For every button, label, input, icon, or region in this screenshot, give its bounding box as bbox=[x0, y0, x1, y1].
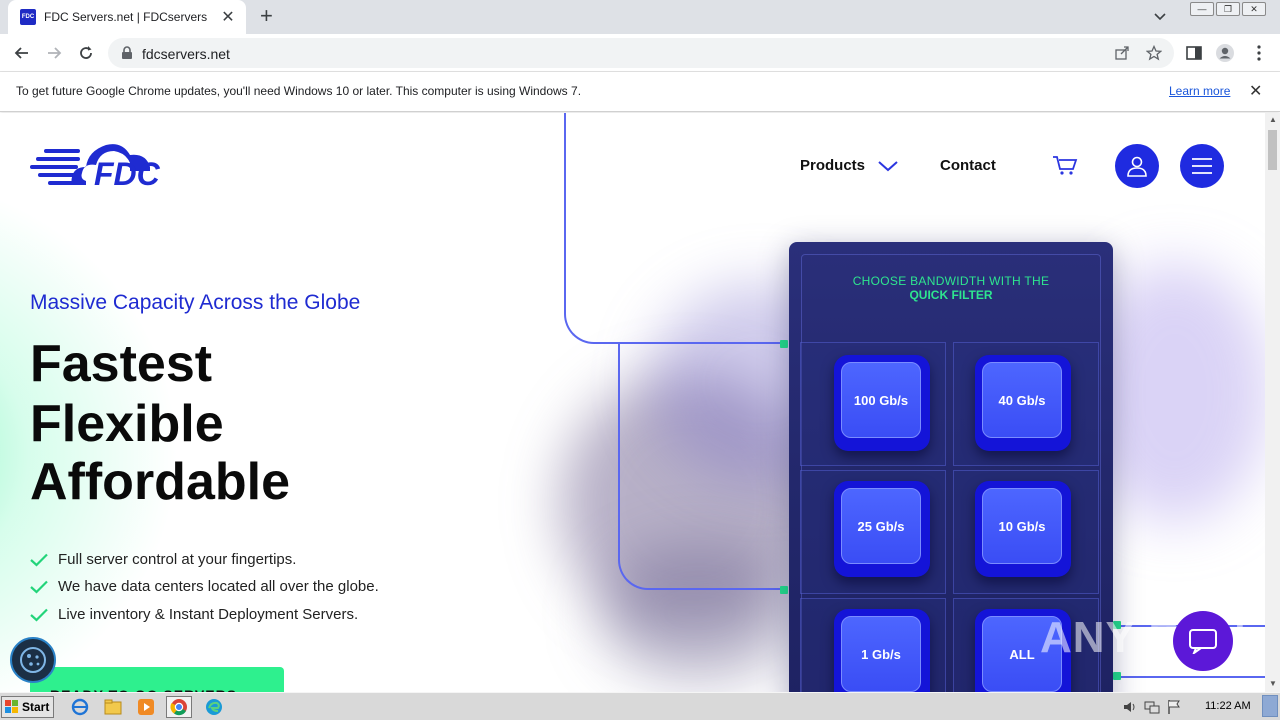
scrollbar-thumb[interactable] bbox=[1268, 130, 1277, 170]
checkmark-icon bbox=[30, 553, 48, 567]
close-tab-icon[interactable]: ✕ bbox=[220, 7, 236, 27]
filter-label: 40 Gb/s bbox=[982, 362, 1062, 438]
account-button[interactable] bbox=[1115, 144, 1159, 188]
circuit-line bbox=[618, 343, 784, 590]
chrome-taskbar-icon[interactable] bbox=[166, 696, 192, 718]
back-arrow-icon[interactable] bbox=[12, 43, 32, 63]
circuit-node bbox=[1113, 672, 1121, 680]
restore-window-button[interactable]: ❐ bbox=[1216, 2, 1240, 16]
kebab-menu-icon[interactable] bbox=[1249, 43, 1269, 63]
lock-icon[interactable] bbox=[121, 46, 133, 60]
show-desktop-button[interactable] bbox=[1262, 695, 1278, 717]
forward-arrow-icon[interactable] bbox=[44, 43, 64, 63]
headline-fastest: Fastest bbox=[30, 335, 213, 393]
windows-logo-icon bbox=[5, 700, 18, 713]
start-button[interactable]: Start bbox=[1, 696, 54, 718]
tab-strip: FDC FDC Servers.net | FDCservers ✕ + — ❐… bbox=[0, 0, 1280, 34]
new-tab-icon[interactable]: + bbox=[260, 5, 273, 27]
close-icon[interactable]: ✕ bbox=[1249, 81, 1262, 101]
filter-cell: 100 Gb/s bbox=[800, 342, 946, 466]
headline-flexible: Flexible bbox=[30, 395, 224, 453]
filter-cell: 25 Gb/s bbox=[800, 470, 946, 594]
system-tray bbox=[1122, 695, 1182, 719]
products-label: Products bbox=[800, 157, 866, 174]
feature-item: Full server control at your fingertips. bbox=[30, 551, 296, 568]
filter-label: 100 Gb/s bbox=[841, 362, 921, 438]
filter-1gbps-button[interactable]: 1 Gb/s bbox=[834, 609, 930, 692]
url-text: fdcservers.net bbox=[142, 46, 230, 62]
web-page: FDC Products Contact Massive Capacity Ac… bbox=[0, 113, 1265, 692]
internet-explorer-icon[interactable] bbox=[67, 696, 93, 718]
hero-subheading: Massive Capacity Across the Globe bbox=[30, 291, 361, 314]
file-explorer-icon[interactable] bbox=[100, 696, 126, 718]
filter-subtitle: QUICK FILTER bbox=[909, 288, 993, 302]
windows-taskbar: Start 11:22 AM bbox=[0, 692, 1280, 720]
action-center-flag-icon[interactable] bbox=[1166, 699, 1182, 715]
filter-40gbps-button[interactable]: 40 Gb/s bbox=[975, 355, 1071, 451]
side-panel-icon[interactable] bbox=[1184, 43, 1204, 63]
media-player-icon[interactable] bbox=[133, 696, 159, 718]
minimize-window-button[interactable]: — bbox=[1190, 2, 1214, 16]
profile-avatar-icon[interactable] bbox=[1215, 43, 1235, 63]
cookie-settings-button[interactable] bbox=[10, 637, 56, 683]
address-bar[interactable]: fdcservers.net bbox=[108, 38, 1174, 68]
ready-servers-button[interactable]: READY TO GO SERVERS → bbox=[30, 667, 284, 692]
filter-cell: 10 Gb/s bbox=[953, 470, 1099, 594]
filter-label: 1 Gb/s bbox=[841, 616, 921, 692]
checkmark-icon bbox=[30, 608, 48, 622]
browser-toolbar: fdcservers.net bbox=[0, 34, 1280, 72]
volume-icon[interactable] bbox=[1122, 699, 1138, 715]
filter-10gbps-button[interactable]: 10 Gb/s bbox=[975, 481, 1071, 577]
filter-cell: 1 Gb/s bbox=[800, 598, 946, 692]
user-icon bbox=[1127, 156, 1147, 177]
update-infobar: To get future Google Chrome updates, you… bbox=[0, 72, 1280, 112]
start-label: Start bbox=[22, 700, 50, 714]
products-menu[interactable]: Products bbox=[800, 157, 899, 174]
filter-25gbps-button[interactable]: 25 Gb/s bbox=[834, 481, 930, 577]
fdc-favicon-icon: FDC bbox=[20, 9, 36, 25]
learn-more-link[interactable]: Learn more bbox=[1169, 84, 1230, 98]
filter-cell: 40 Gb/s bbox=[953, 342, 1099, 466]
scroll-down-arrow-icon[interactable]: ▼ bbox=[1269, 679, 1277, 688]
filter-label: 25 Gb/s bbox=[841, 488, 921, 564]
reload-icon[interactable] bbox=[76, 43, 96, 63]
hamburger-menu-button[interactable] bbox=[1180, 144, 1224, 188]
infobar-message: To get future Google Chrome updates, you… bbox=[16, 84, 582, 98]
network-icon[interactable] bbox=[1144, 699, 1160, 715]
filter-100gbps-button[interactable]: 100 Gb/s bbox=[834, 355, 930, 451]
chat-button[interactable] bbox=[1173, 611, 1233, 671]
feature-item: We have data centers located all over th… bbox=[30, 578, 379, 595]
chat-bubble-icon bbox=[1189, 629, 1217, 654]
scroll-up-arrow-icon[interactable]: ▲ bbox=[1269, 115, 1277, 124]
fdc-cloud-logo-icon: FDC bbox=[30, 144, 161, 192]
browser-tab[interactable]: FDC FDC Servers.net | FDCservers ✕ bbox=[8, 0, 246, 34]
circuit-line bbox=[1117, 676, 1265, 678]
close-window-button[interactable]: ✕ bbox=[1242, 2, 1266, 16]
feature-item: Live inventory & Instant Deployment Serv… bbox=[30, 606, 358, 623]
feature-text: Full server control at your fingertips. bbox=[58, 551, 297, 568]
filter-title: CHOOSE BANDWIDTH WITH THE bbox=[852, 274, 1050, 288]
cart-icon[interactable] bbox=[1052, 154, 1078, 176]
circuit-node bbox=[780, 340, 788, 348]
hamburger-icon bbox=[1192, 158, 1212, 174]
bookmark-star-icon[interactable] bbox=[1146, 45, 1162, 61]
edge-icon[interactable] bbox=[201, 696, 227, 718]
taskbar-clock[interactable]: 11:22 AM bbox=[1205, 700, 1251, 712]
cookie-icon bbox=[20, 647, 46, 673]
feature-text: We have data centers located all over th… bbox=[58, 578, 379, 595]
logo-text: FDC bbox=[94, 156, 161, 187]
circuit-line bbox=[564, 113, 784, 344]
page-scrollbar[interactable]: ▲ ▼ bbox=[1265, 113, 1280, 692]
fdc-logo[interactable]: FDC bbox=[30, 141, 172, 192]
circuit-node bbox=[780, 586, 788, 594]
feature-text: Live inventory & Instant Deployment Serv… bbox=[58, 606, 359, 623]
chevron-down-icon[interactable] bbox=[1152, 8, 1168, 24]
chevron-down-icon bbox=[878, 161, 898, 172]
headline-affordable: Affordable bbox=[30, 453, 290, 511]
contact-link[interactable]: Contact bbox=[940, 157, 996, 174]
share-icon[interactable] bbox=[1114, 45, 1130, 61]
checkmark-icon bbox=[30, 580, 48, 594]
tab-title: FDC Servers.net | FDCservers bbox=[44, 10, 208, 24]
filter-label: 10 Gb/s bbox=[982, 488, 1062, 564]
